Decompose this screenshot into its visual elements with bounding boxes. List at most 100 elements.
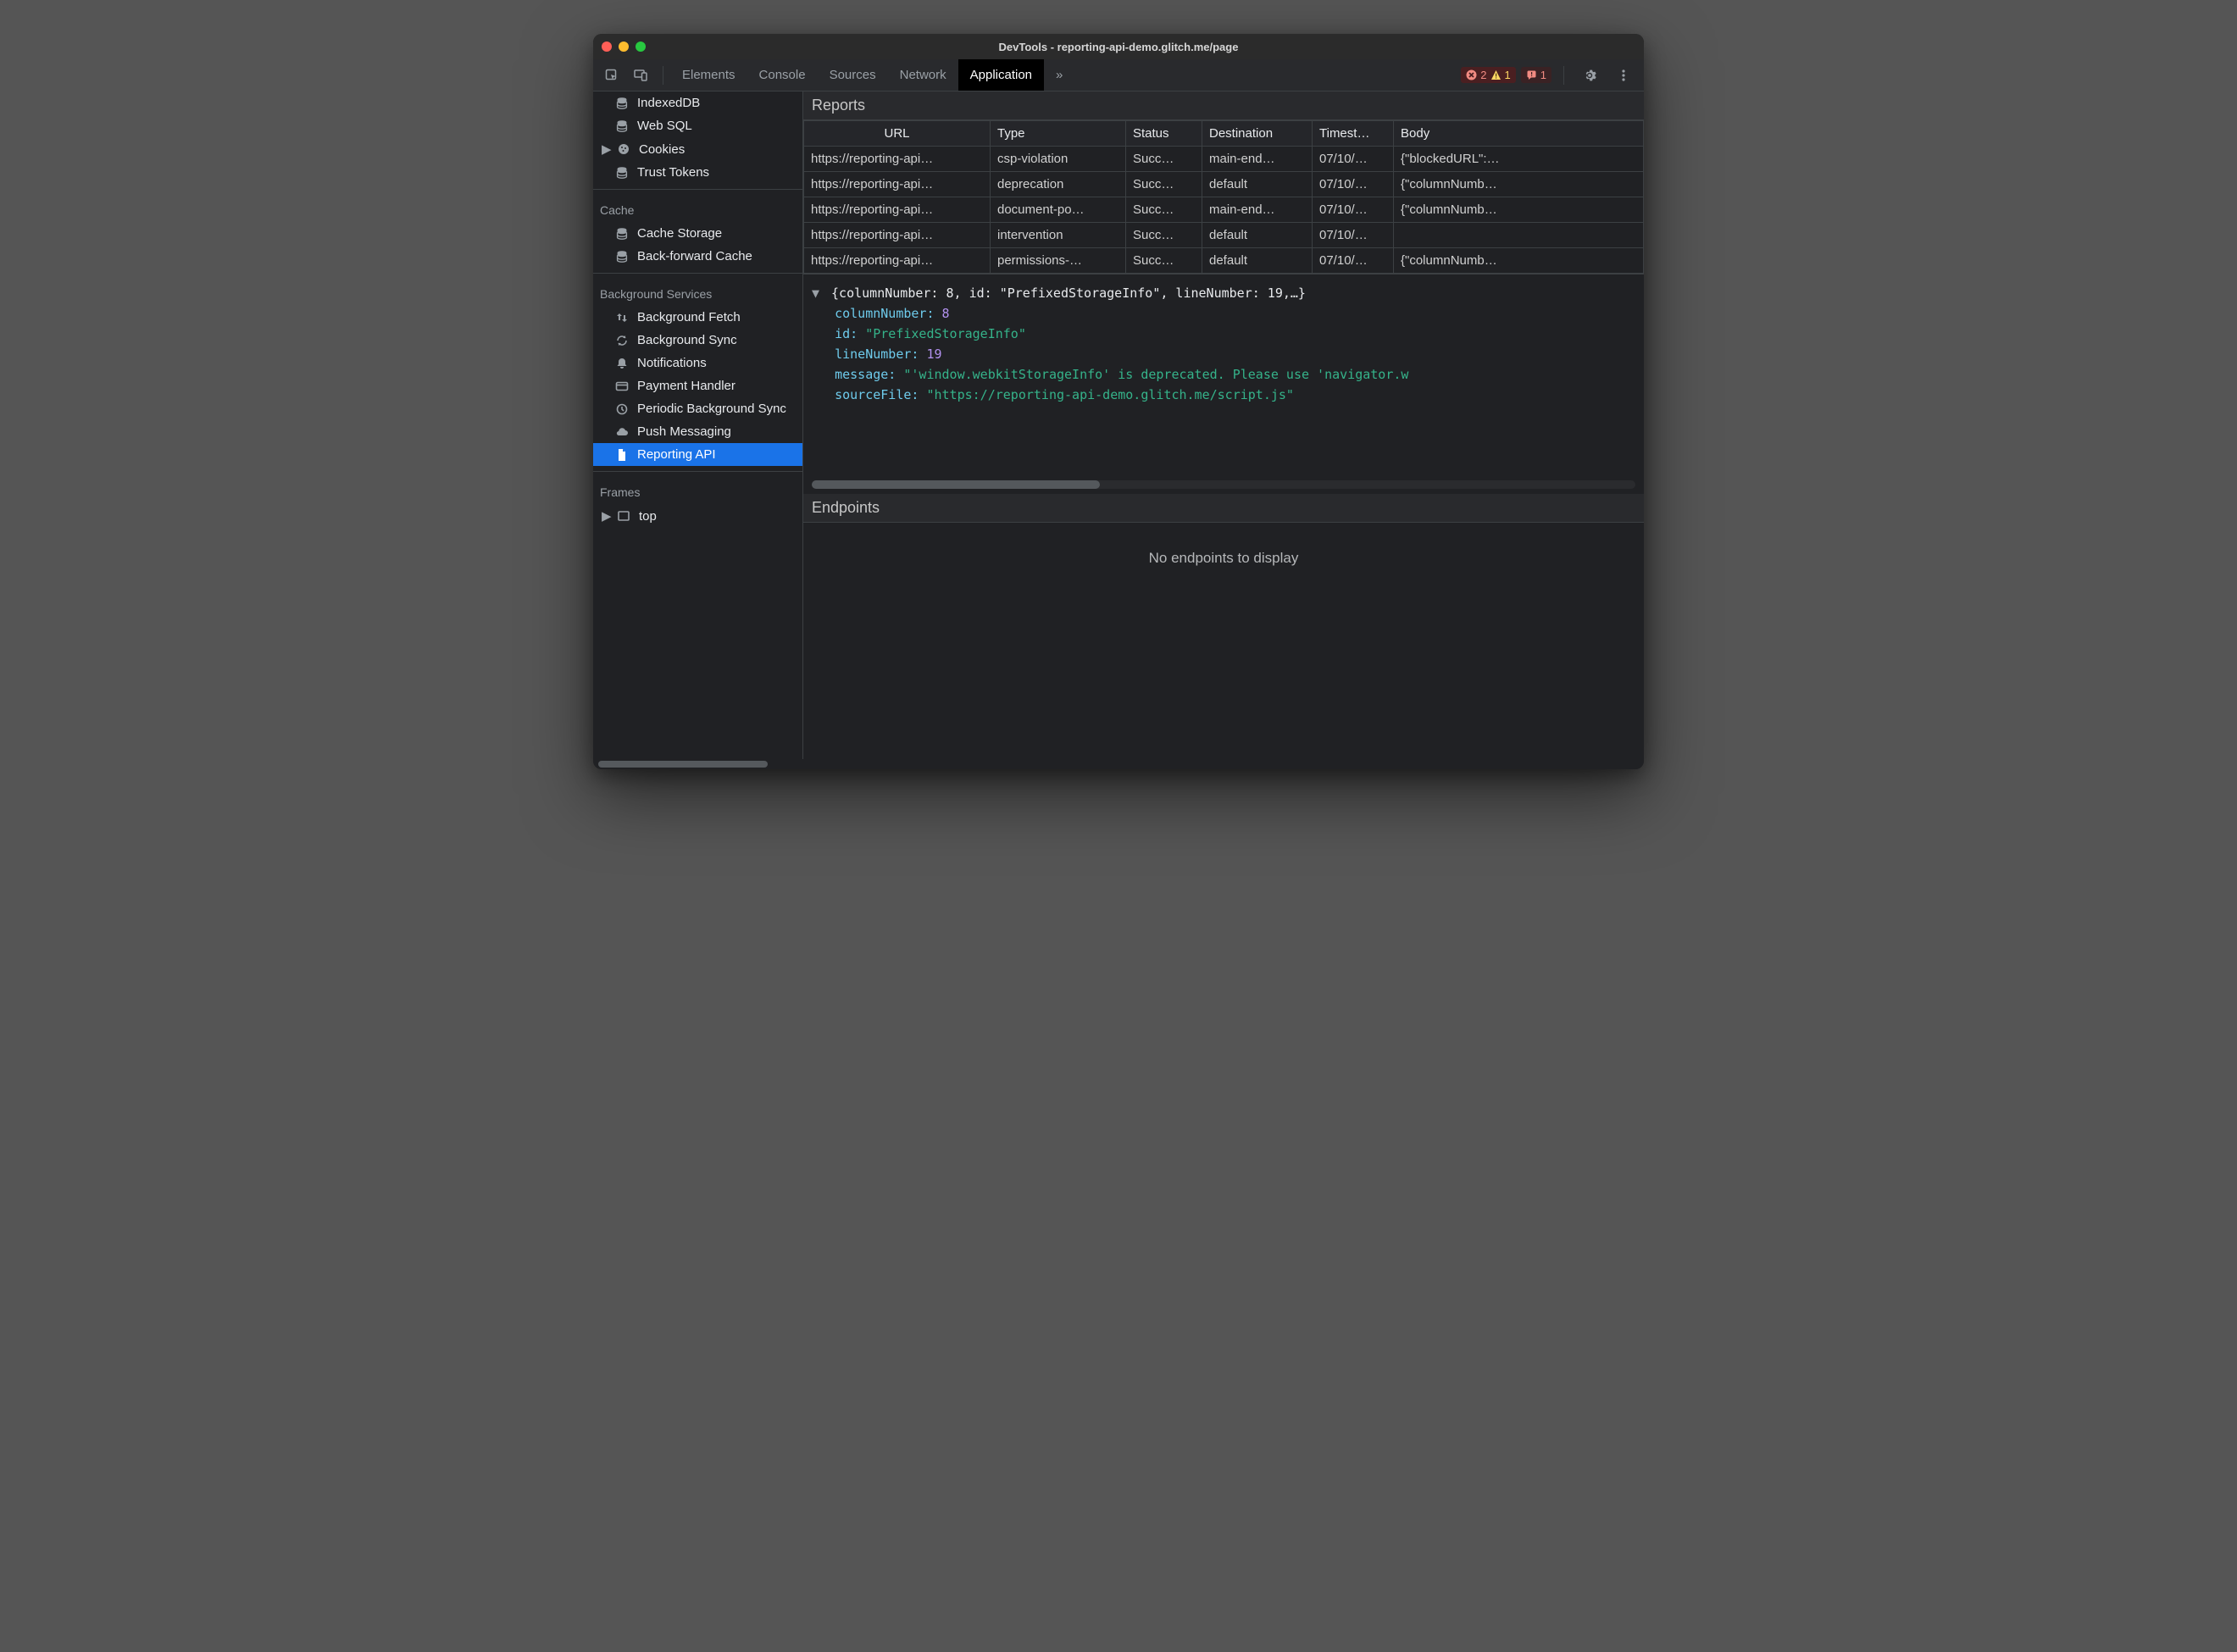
cloud-icon: [615, 425, 630, 439]
sidebar-item-back-forward-cache[interactable]: Back-forward Cache: [593, 245, 802, 268]
tab-application[interactable]: Application: [958, 59, 1044, 91]
sidebar-item-label: IndexedDB: [637, 96, 700, 110]
sidebar-item-push-messaging[interactable]: Push Messaging: [593, 420, 802, 443]
cell-ts: 07/10/…: [1313, 147, 1394, 172]
cell-type: csp-violation: [991, 147, 1126, 172]
sidebar-horizontal-scrollbar[interactable]: [593, 759, 1644, 769]
sidebar-item-trust-tokens[interactable]: Trust Tokens: [593, 161, 802, 184]
tab-console[interactable]: Console: [747, 59, 818, 91]
panel-body: IndexedDB Web SQL▶Cookies Trust Tokens Cac…: [593, 91, 1644, 759]
sidebar-section-frames: Frames: [593, 477, 802, 504]
devtools-window: DevTools - reporting-api-demo.glitch.me/…: [593, 34, 1644, 769]
cell-ts: 07/10/…: [1313, 197, 1394, 223]
reports-section-header: Reports: [803, 91, 1644, 120]
issues-counter[interactable]: 1: [1521, 67, 1551, 83]
scrollbar-thumb[interactable]: [598, 761, 768, 768]
sidebar-item-periodic-background-sync[interactable]: Periodic Background Sync: [593, 397, 802, 420]
sidebar-item-label: Push Messaging: [637, 424, 731, 439]
db-icon: [615, 97, 630, 110]
sidebar-item-notifications[interactable]: Notifications: [593, 352, 802, 374]
sidebar-item-label: Trust Tokens: [637, 165, 709, 180]
tab-network[interactable]: Network: [888, 59, 958, 91]
more-menu-button[interactable]: [1610, 63, 1637, 88]
table-row[interactable]: https://reporting-api…permissions-…Succ……: [804, 248, 1644, 274]
prop-key: lineNumber:: [835, 346, 919, 362]
prop-key: id:: [835, 326, 858, 341]
cell-url: https://reporting-api…: [804, 197, 991, 223]
report-body-preview[interactable]: ▼ {columnNumber: 8, id: "PrefixedStorage…: [803, 274, 1644, 494]
cell-body: [1394, 223, 1644, 248]
sidebar-item-label: Background Sync: [637, 333, 737, 347]
prop-value: 19: [926, 346, 941, 362]
table-row[interactable]: https://reporting-api…document-po…Succ…m…: [804, 197, 1644, 223]
expand-arrow-icon[interactable]: ▶: [602, 141, 610, 157]
table-row[interactable]: https://reporting-api…interventionSucc…d…: [804, 223, 1644, 248]
prop-key: message:: [835, 367, 896, 382]
cookie-icon: [617, 142, 632, 156]
table-row[interactable]: https://reporting-api…csp-violationSucc……: [804, 147, 1644, 172]
reports-table-wrap[interactable]: URL Type Status Destination Timest… Body…: [803, 120, 1644, 274]
cell-url: https://reporting-api…: [804, 172, 991, 197]
sidebar-item-background-sync[interactable]: Background Sync: [593, 329, 802, 352]
error-icon: [1466, 69, 1477, 80]
sidebar-item-cookies[interactable]: ▶Cookies: [593, 137, 802, 161]
panel-tabs: Elements Console Sources Network Applica…: [670, 59, 1074, 91]
reporting-api-panel: Reports URL Type Status Destination Time…: [803, 91, 1644, 759]
tabs-overflow-button[interactable]: »: [1044, 59, 1074, 91]
db-icon: [615, 227, 630, 241]
cell-type: document-po…: [991, 197, 1126, 223]
col-timestamp[interactable]: Timest…: [1313, 121, 1394, 147]
sync-icon: [615, 334, 630, 347]
sidebar-item-label: Cache Storage: [637, 226, 722, 241]
card-icon: [615, 380, 630, 393]
sidebar-item-label: top: [639, 509, 657, 524]
cell-type: intervention: [991, 223, 1126, 248]
col-status[interactable]: Status: [1126, 121, 1202, 147]
cell-type: permissions-…: [991, 248, 1126, 274]
sidebar-divider: [593, 273, 802, 274]
col-destination[interactable]: Destination: [1202, 121, 1313, 147]
horizontal-scrollbar[interactable]: [812, 480, 1635, 489]
cell-url: https://reporting-api…: [804, 147, 991, 172]
expand-arrow-icon[interactable]: ▶: [602, 508, 610, 524]
sidebar-item-reporting-api[interactable]: Reporting API: [593, 443, 802, 466]
sidebar-item-indexeddb[interactable]: IndexedDB: [593, 91, 802, 114]
col-url[interactable]: URL: [804, 121, 991, 147]
prop-value: 8: [942, 306, 950, 321]
device-toolbar-button[interactable]: [627, 63, 654, 88]
prop-value: "PrefixedStorageInfo": [865, 326, 1026, 341]
console-counters[interactable]: 2 1: [1461, 67, 1515, 83]
reports-table: URL Type Status Destination Timest… Body…: [803, 120, 1644, 274]
sidebar-item-label: Payment Handler: [637, 379, 735, 393]
application-sidebar[interactable]: IndexedDB Web SQL▶Cookies Trust Tokens Cac…: [593, 91, 803, 759]
scrollbar-thumb[interactable]: [812, 480, 1100, 489]
updown-icon: [615, 311, 630, 324]
col-type[interactable]: Type: [991, 121, 1126, 147]
issue-icon: [1526, 69, 1537, 80]
cell-ts: 07/10/…: [1313, 248, 1394, 274]
cell-url: https://reporting-api…: [804, 223, 991, 248]
sidebar-item-payment-handler[interactable]: Payment Handler: [593, 374, 802, 397]
inspect-element-button[interactable]: [598, 63, 625, 88]
sidebar-item-background-fetch[interactable]: Background Fetch: [593, 306, 802, 329]
cell-ts: 07/10/…: [1313, 172, 1394, 197]
clock-icon: [615, 402, 630, 416]
table-row[interactable]: https://reporting-api…deprecationSucc…de…: [804, 172, 1644, 197]
prop-key: columnNumber:: [835, 306, 934, 321]
reports-header-row: URL Type Status Destination Timest… Body: [804, 121, 1644, 147]
sidebar-item-cache-storage[interactable]: Cache Storage: [593, 222, 802, 245]
col-body[interactable]: Body: [1394, 121, 1644, 147]
disclosure-triangle-icon[interactable]: ▼: [812, 283, 824, 303]
cell-status: Succ…: [1126, 172, 1202, 197]
settings-button[interactable]: [1576, 63, 1603, 88]
db-icon: [615, 119, 630, 133]
bell-icon: [615, 357, 630, 370]
sidebar-item-web-sql[interactable]: Web SQL: [593, 114, 802, 137]
sidebar-item-label: Reporting API: [637, 447, 716, 462]
tab-sources[interactable]: Sources: [818, 59, 888, 91]
tab-elements[interactable]: Elements: [670, 59, 747, 91]
cell-status: Succ…: [1126, 147, 1202, 172]
sidebar-item-top[interactable]: ▶ top: [593, 504, 802, 528]
warning-count: 1: [1505, 69, 1511, 81]
db-icon: [615, 250, 630, 263]
